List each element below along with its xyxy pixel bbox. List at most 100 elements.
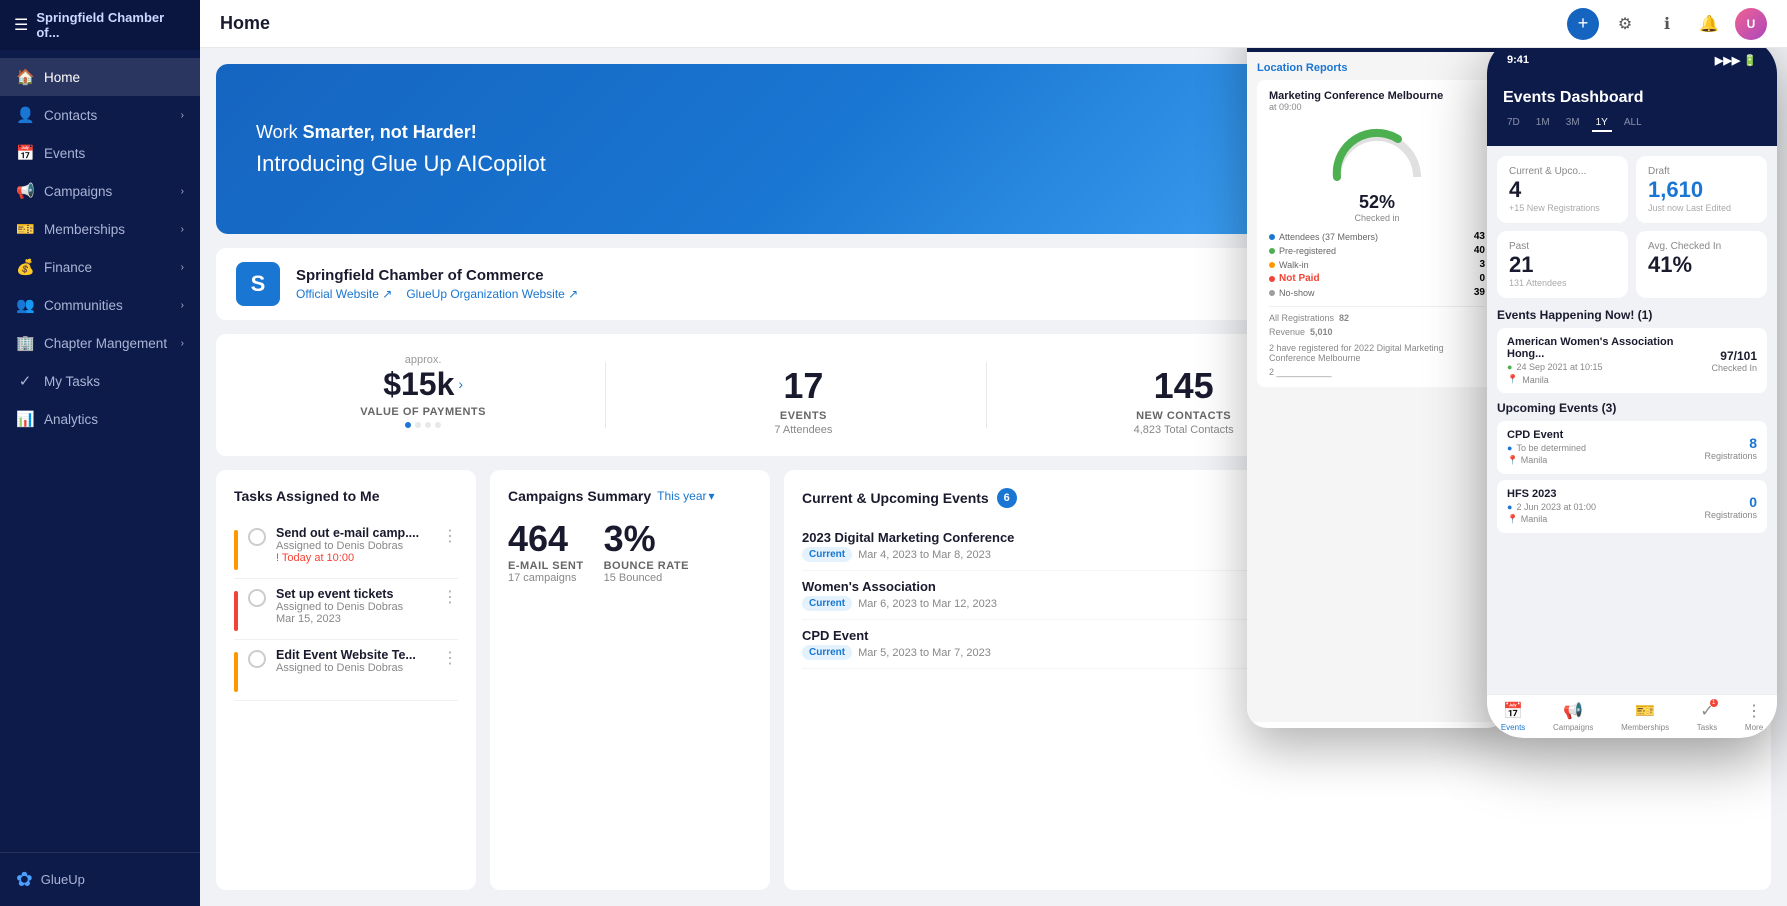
sidebar-item-memberships[interactable]: 🎫 Memberships › <box>0 210 200 248</box>
task-menu-1[interactable]: ⋮ <box>442 526 458 546</box>
task-item-2[interactable]: Set up event tickets Assigned to Denis D… <box>234 579 458 640</box>
tasks-title-label: Tasks Assigned to Me <box>234 488 379 504</box>
phone-event-meta-up-2: ●2 Jun 2023 at 01:00 <box>1507 502 1704 512</box>
phone-nav-tasks[interactable]: ✓ 1 Tasks <box>1697 701 1717 731</box>
phone-stat-label-past: Past <box>1509 241 1616 252</box>
task-menu-2[interactable]: ⋮ <box>442 587 458 607</box>
bell-button[interactable]: 🔔 <box>1693 8 1725 40</box>
add-button[interactable]: + <box>1567 8 1599 40</box>
tasks-icon: ✓ <box>16 372 34 390</box>
phone-stat-avg: Avg. Checked In 41% <box>1636 231 1767 298</box>
phone-event-upcoming-2[interactable]: HFS 2023 ●2 Jun 2023 at 01:00 📍 Manila 0… <box>1497 480 1767 533</box>
events-icon: 📅 <box>16 144 34 162</box>
campaigns-card: Campaigns Summary This year ▾ 464 E-MAIL… <box>490 470 770 890</box>
tablet-event-time: at 09:00 <box>1269 102 1485 112</box>
task-checkbox-3[interactable] <box>248 650 266 668</box>
info-button[interactable]: ℹ <box>1651 8 1683 40</box>
task-name-1: Send out e-mail camp.... <box>276 526 432 540</box>
sidebar-item-my-tasks[interactable]: ✓ My Tasks <box>0 362 200 400</box>
stat-contacts-sub: 4,823 Total Contacts <box>1134 424 1234 436</box>
home-icon: 🏠 <box>16 68 34 86</box>
task-assignee-3: Assigned to Denis Dobras <box>276 662 432 674</box>
sidebar-item-events[interactable]: 📅 Events <box>0 134 200 172</box>
sidebar-nav: 🏠 Home 👤 Contacts › 📅 Events 📢 Campaigns… <box>0 50 200 852</box>
email-stat: 464 E-MAIL SENT 17 campaigns <box>508 518 584 584</box>
phone-nav-events[interactable]: 📅 Events <box>1501 701 1525 731</box>
phone-tabs: 7D 1M 3M 1Y ALL <box>1503 115 1761 132</box>
stat-events: 17 EVENTS 7 Attendees <box>620 354 986 436</box>
payments-arrow-icon: › <box>458 376 463 392</box>
phone-stats-grid: Current & Upco... 4 +15 New Registration… <box>1497 156 1767 298</box>
user-avatar[interactable]: U <box>1735 8 1767 40</box>
task-assignee-2: Assigned to Denis Dobras <box>276 601 432 613</box>
phone-event-meta-now-1: ● 24 Sep 2021 at 10:15 <box>1507 362 1711 372</box>
sidebar-item-finance[interactable]: 💰 Finance › <box>0 248 200 286</box>
gauge-wrap <box>1269 122 1485 182</box>
phone-stat-sub-past: 131 Attendees <box>1509 278 1616 288</box>
event-date-2: Mar 6, 2023 to Mar 12, 2023 <box>858 598 997 610</box>
sidebar-org-name: Springfield Chamber of... <box>36 10 186 40</box>
task-name-2: Set up event tickets <box>276 587 432 601</box>
phone-time: 9:41 <box>1507 54 1529 67</box>
task-menu-3[interactable]: ⋮ <box>442 648 458 668</box>
events-title-label: Current & Upcoming Events <box>802 490 989 506</box>
glueup-website-link[interactable]: GlueUp Organization Website ↗ <box>406 287 578 301</box>
phone-event-count-label-now-1: Checked In <box>1711 363 1757 373</box>
sidebar-item-label: Contacts <box>44 108 97 123</box>
phone-stat-val-avg: 41% <box>1648 252 1755 278</box>
official-website-link[interactable]: Official Website ↗ <box>296 287 392 301</box>
stat-approx-label: approx. <box>405 354 442 366</box>
task-checkbox-1[interactable] <box>248 528 266 546</box>
phone-event-count-up-2: 0 <box>1704 494 1757 510</box>
phone-nav-memberships[interactable]: 🎫 Memberships <box>1621 701 1669 731</box>
stat-events-value: 17 <box>783 368 823 404</box>
tablet-noshow-label: No-show <box>1279 288 1315 298</box>
stat-events-sub: 7 Attendees <box>774 424 832 436</box>
sidebar-item-label: Finance <box>44 260 92 275</box>
sidebar-item-label: Memberships <box>44 222 125 237</box>
hamburger-icon[interactable]: ☰ <box>14 15 28 35</box>
sidebar-item-contacts[interactable]: 👤 Contacts › <box>0 96 200 134</box>
phone-event-name-now-1: American Women's Association Hong... <box>1507 336 1711 360</box>
task-priority-indicator <box>234 591 238 631</box>
glueup-label: GlueUp <box>41 872 85 887</box>
page-title: Home <box>220 13 1555 34</box>
year-filter[interactable]: This year ▾ <box>657 489 714 503</box>
sidebar-item-label: Analytics <box>44 412 98 427</box>
settings-button[interactable]: ⚙ <box>1609 8 1641 40</box>
sidebar-item-label: Events <box>44 146 85 161</box>
tab-1y[interactable]: 1Y <box>1592 115 1612 132</box>
tablet-event-name: Marketing Conference Melbourne <box>1269 90 1485 102</box>
tablet-location-reports[interactable]: Location Reports › <box>1257 62 1497 74</box>
events-count-badge: 6 <box>997 488 1017 508</box>
phone-event-upcoming-1[interactable]: CPD Event ●To be determined 📍 Manila 8 R… <box>1497 421 1767 474</box>
tab-7d[interactable]: 7D <box>1503 115 1524 132</box>
dot-1 <box>405 422 411 428</box>
phone-event-date-now-1: 24 Sep 2021 at 10:15 <box>1516 362 1602 372</box>
gauge-pct: 52% <box>1269 192 1485 213</box>
phone-nav-campaigns[interactable]: 📢 Campaigns <box>1553 701 1593 731</box>
tab-3m[interactable]: 3M <box>1562 115 1584 132</box>
phone-stat-past: Past 21 131 Attendees <box>1497 231 1628 298</box>
phone-overlay: 9:41 ▶▶▶ 🔋 Events Dashboard 7D 1M 3M 1Y … <box>1487 48 1777 738</box>
sidebar-item-analytics[interactable]: 📊 Analytics <box>0 400 200 438</box>
event-tag-3: Current <box>802 645 852 660</box>
year-label: This year <box>657 489 706 503</box>
sidebar-item-campaigns[interactable]: 📢 Campaigns › <box>0 172 200 210</box>
task-item-1[interactable]: Send out e-mail camp.... Assigned to Den… <box>234 518 458 579</box>
sidebar-item-communities[interactable]: 👥 Communities › <box>0 286 200 324</box>
tab-all[interactable]: ALL <box>1620 115 1646 132</box>
task-checkbox-2[interactable] <box>248 589 266 607</box>
phone-event-now-1[interactable]: American Women's Association Hong... ● 2… <box>1497 328 1767 393</box>
tab-1m[interactable]: 1M <box>1532 115 1554 132</box>
topbar-icons: + ⚙ ℹ 🔔 U <box>1567 8 1767 40</box>
sidebar-item-home[interactable]: 🏠 Home <box>0 58 200 96</box>
tablet-revenue: Revenue 5,010 <box>1269 327 1485 337</box>
sidebar-item-chapter[interactable]: 🏢 Chapter Mangement › <box>0 324 200 362</box>
bounce-sub: 15 Bounced <box>604 572 689 584</box>
phone-event-name-up-2: HFS 2023 <box>1507 488 1704 500</box>
phone-nav-more[interactable]: ⋮ More <box>1745 701 1763 731</box>
tablet-preregistered-val: 40 <box>1474 245 1485 256</box>
dot-4 <box>435 422 441 428</box>
task-item-3[interactable]: Edit Event Website Te... Assigned to Den… <box>234 640 458 701</box>
